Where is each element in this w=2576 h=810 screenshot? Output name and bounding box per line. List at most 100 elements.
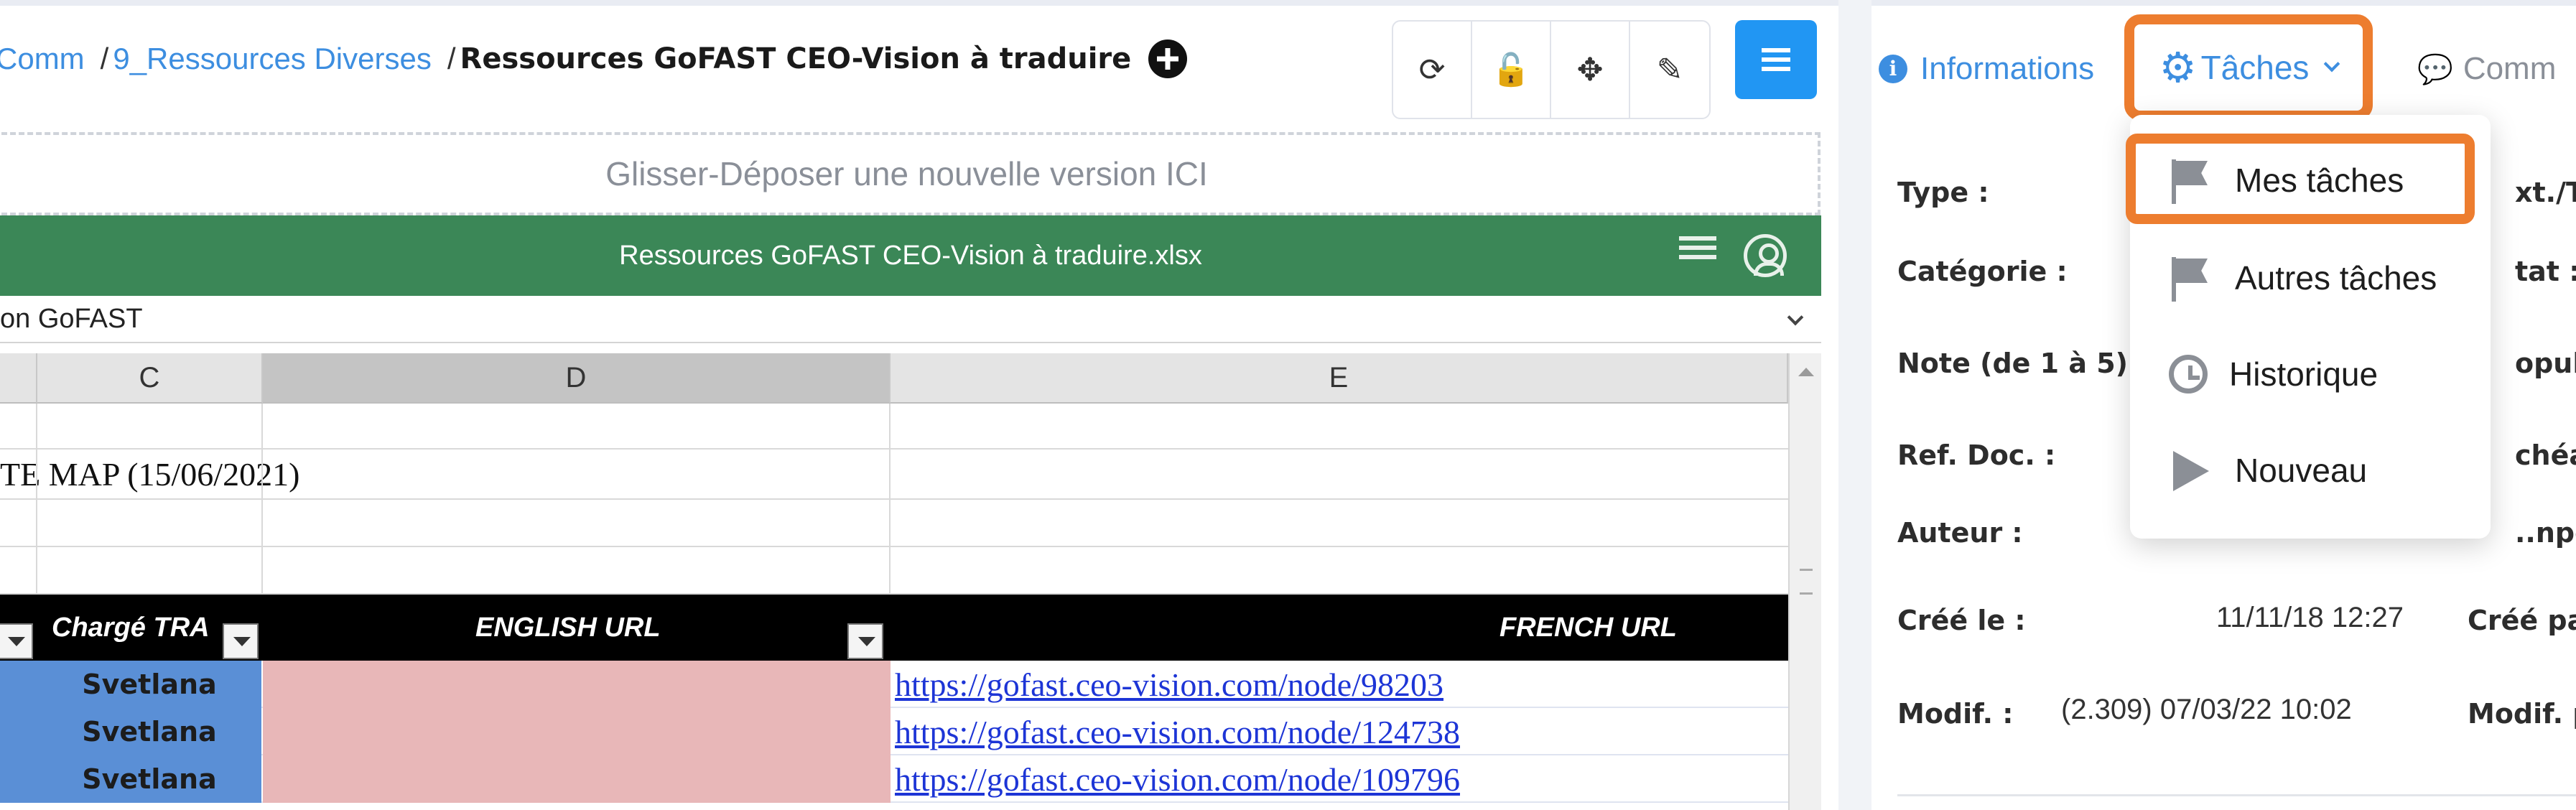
- table-row[interactable]: Svetlana https://gofast.ceo-vision.com/n…: [0, 661, 1788, 708]
- tab-taches[interactable]: ⚙ Tâches: [2124, 14, 2373, 121]
- filter-dropdown-icon[interactable]: [0, 623, 33, 659]
- column-header-e[interactable]: E: [891, 353, 1788, 404]
- field-ref-label: Ref. Doc. :: [1897, 439, 2056, 471]
- expand-icon: ✥: [1576, 52, 1604, 88]
- field-categorie-label: Catégorie :: [1897, 256, 2068, 287]
- sheet-row[interactable]: [0, 500, 1788, 547]
- field-note-label: Note (de 1 à 5) :: [1897, 348, 2149, 379]
- chevron-down-icon: [2324, 55, 2340, 73]
- field-etat-label: tat :: [2515, 256, 2576, 287]
- unlock-button[interactable]: 🔓: [1472, 22, 1551, 118]
- cell-english-url[interactable]: [263, 755, 891, 803]
- highlight-outline: [2126, 134, 2475, 224]
- document-toolbar: ⟳ 🔓 ✥ ✎: [1392, 20, 1711, 119]
- hamburger-icon: [1762, 57, 1790, 62]
- tab-informations[interactable]: i Informations: [1879, 40, 2094, 98]
- tab-label: Informations: [1920, 51, 2095, 86]
- breadcrumb-link-comm[interactable]: Comm: [0, 42, 85, 76]
- table-row[interactable]: Svetlana https://gofast.ceo-vision.com/n…: [0, 755, 1788, 803]
- refresh-icon: ⟳: [1418, 52, 1446, 88]
- chevron-down-icon: [1787, 309, 1804, 326]
- sheet-name: on GoFAST: [0, 303, 143, 334]
- filter-dropdown-icon[interactable]: [847, 623, 883, 659]
- cell-english-url[interactable]: [263, 661, 891, 708]
- info-icon: i: [1879, 55, 1907, 83]
- sheet-row[interactable]: [0, 404, 1788, 450]
- gears-icon: ⚙: [2159, 45, 2197, 91]
- history-icon: [2169, 355, 2208, 394]
- field-ext-label: xt./Tai: [2515, 177, 2576, 208]
- grid-line: [261, 404, 263, 595]
- menu-item-nouveau[interactable]: Nouveau: [2130, 431, 2491, 510]
- header-charge: Chargé TRA: [52, 612, 210, 643]
- fullscreen-button[interactable]: ✥: [1551, 22, 1630, 118]
- sheet-selector[interactable]: on GoFAST: [0, 296, 1821, 343]
- column-header-b[interactable]: [0, 353, 37, 404]
- edit-button[interactable]: ✎: [1630, 22, 1709, 118]
- french-url-link[interactable]: https://gofast.ceo-vision.com/node/98203: [895, 661, 1443, 708]
- panel-toggle-button[interactable]: [1735, 20, 1817, 99]
- menu-item-label: Autres tâches: [2235, 259, 2437, 297]
- field-modif-par-label: Modif. p: [2468, 698, 2576, 730]
- column-header-d[interactable]: D: [263, 353, 891, 404]
- dropzone-text: Glisser-Déposer une nouvelle version ICI: [605, 155, 1208, 192]
- spreadsheet-grid[interactable]: C D E TE MAP (15/06/2021) Chargé TRA ENG…: [0, 353, 1788, 810]
- field-modif-label: Modif. :: [1897, 698, 2014, 730]
- field-cree-par-label: Créé pa: [2468, 605, 2576, 636]
- upload-dropzone[interactable]: Glisser-Déposer une nouvelle version ICI: [0, 132, 1821, 215]
- add-icon[interactable]: [1148, 39, 1188, 78]
- breadcrumb-link-ressources[interactable]: 9_Ressources Diverses: [113, 42, 432, 76]
- refresh-button[interactable]: ⟳: [1393, 22, 1472, 118]
- sheet-row[interactable]: TE MAP (15/06/2021): [0, 450, 1788, 500]
- field-importance-label: ..nporta: [2515, 517, 2576, 549]
- menu-item-historique[interactable]: Historique: [2130, 335, 2491, 414]
- cell-assignee: Svetlana: [82, 669, 217, 700]
- breadcrumb: Comm / 9_Ressources Diverses / Ressource…: [0, 37, 1188, 80]
- scroll-up-icon[interactable]: [1798, 368, 1814, 376]
- field-popularite-label: opular: [2515, 348, 2576, 379]
- field-modif-value: (2.309) 07/03/22 10:02: [2061, 694, 2352, 725]
- menu-item-autres-taches[interactable]: Autres tâches: [2130, 238, 2491, 317]
- top-strip: [0, 0, 1838, 6]
- field-auteur-label: Auteur :: [1897, 517, 2023, 549]
- flag-icon: [2169, 256, 2213, 302]
- menu-item-label: Historique: [2229, 355, 2379, 393]
- grid-line: [889, 404, 891, 595]
- vertical-scrollbar[interactable]: [1788, 353, 1821, 810]
- document-viewer: Comm / 9_Ressources Diverses / Ressource…: [0, 0, 1838, 810]
- grid-line: [36, 404, 37, 595]
- app-root: Comm / 9_Ressources Diverses / Ressource…: [0, 0, 2576, 810]
- breadcrumb-separator: /: [447, 42, 456, 75]
- tab-commentaires[interactable]: 💬 Comm: [2417, 40, 2556, 98]
- excel-menu-icon[interactable]: [1679, 246, 1716, 250]
- french-url-link[interactable]: https://gofast.ceo-vision.com/node/10979…: [895, 755, 1460, 803]
- play-icon: [2169, 448, 2213, 493]
- table-row[interactable]: Svetlana https://gofast.ceo-vision.com/n…: [0, 708, 1788, 755]
- user-account-icon[interactable]: [1744, 234, 1787, 277]
- sheet-row[interactable]: [0, 547, 1788, 595]
- tab-label: Tâches: [2200, 49, 2310, 86]
- cell-title: TE MAP (15/06/2021): [0, 456, 300, 493]
- filter-dropdown-icon[interactable]: [223, 623, 259, 659]
- edit-icon: ✎: [1656, 52, 1683, 88]
- table-header-row: Chargé TRA ENGLISH URL FRENCH URL: [0, 595, 1788, 661]
- cell-assignee: Svetlana: [82, 763, 217, 795]
- excel-header-bar: Ressources GoFAST CEO-Vision à traduire.…: [0, 215, 1821, 296]
- menu-item-label: Nouveau: [2235, 452, 2368, 489]
- french-url-link[interactable]: https://gofast.ceo-vision.com/node/12473…: [895, 708, 1460, 755]
- header-french-url: FRENCH URL: [1499, 612, 1677, 643]
- scroll-grip-icon[interactable]: [1800, 569, 1813, 595]
- field-cree-value: 11/11/18 12:27: [2216, 602, 2404, 633]
- field-type-label: Type :: [1897, 177, 1989, 208]
- field-cree-label: Créé le :: [1897, 605, 2026, 636]
- column-header-c[interactable]: C: [37, 353, 263, 404]
- cell-english-url[interactable]: [263, 708, 891, 755]
- breadcrumb-current: Ressources GoFAST CEO-Vision à traduire: [460, 42, 1132, 75]
- field-echeance-label: chéan: [2515, 439, 2576, 471]
- tab-label: Comm: [2463, 51, 2557, 86]
- header-english-url: ENGLISH URL: [475, 612, 661, 643]
- comments-icon: 💬: [2417, 53, 2453, 85]
- excel-filename: Ressources GoFAST CEO-Vision à traduire.…: [619, 240, 1202, 271]
- cell-assignee: Svetlana: [82, 716, 217, 748]
- top-strip: [1871, 0, 2576, 6]
